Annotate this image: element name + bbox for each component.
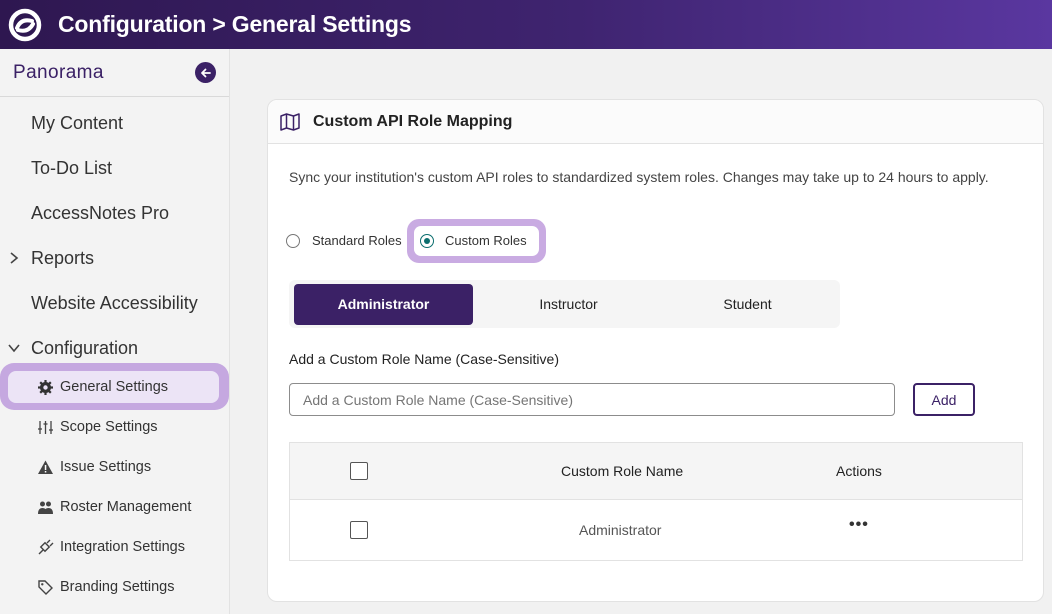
sidebar-item-website-accessibility[interactable]: Website Accessibility [0,285,229,321]
users-icon [38,501,53,514]
logo-icon[interactable] [8,8,42,42]
custom-api-role-mapping-card: Custom API Role Mapping Sync your instit… [267,99,1044,602]
role-name-cell: Administrator [579,522,662,538]
row-actions-menu[interactable]: ••• [849,516,869,534]
custom-role-field-label: Add a Custom Role Name (Case-Sensitive) [289,351,559,367]
sidebar-brand: Panorama [13,62,104,83]
standard-roles-radio[interactable] [286,234,300,248]
sidebar-subitem-scope-settings[interactable]: Scope Settings [0,411,229,443]
custom-roles-table: Custom Role Name Actions Administrator •… [289,442,1023,561]
add-button[interactable]: Add [913,383,975,416]
card-title: Custom API Role Mapping [313,113,513,130]
tag-icon [38,580,53,595]
sidebar-subitem-label: General Settings [60,379,169,395]
collapse-sidebar-button[interactable] [195,62,216,83]
sidebar-subitem-integration-settings[interactable]: Integration Settings [0,531,229,563]
table-header: Custom Role Name Actions [290,443,1022,500]
sidebar-item-label: Configuration [31,338,139,358]
sidebar-subitem-roster-management[interactable]: Roster Management [0,491,229,523]
sidebar-item-accessnotes-pro[interactable]: AccessNotes Pro [0,195,229,231]
sidebar-item-configuration[interactable]: Configuration [0,330,229,366]
sidebar-item-my-content[interactable]: My Content [0,105,229,141]
sidebar-subitem-label: Scope Settings [60,419,158,435]
chevron-right-icon [10,252,19,264]
tab-administrator[interactable]: Administrator [294,284,473,325]
gear-icon [38,380,53,395]
sidebar-item-reports[interactable]: Reports [0,240,229,276]
map-icon [280,113,300,131]
standard-roles-label[interactable]: Standard Roles [312,233,402,248]
top-bar: Configuration > General Settings [0,0,1052,49]
sidebar-item-label: AccessNotes Pro [31,203,170,223]
warning-icon [38,460,53,474]
column-header-actions: Actions [836,463,882,479]
sidebar-subitem-label: Integration Settings [60,539,185,555]
sidebar-subitem-label: Roster Management [60,499,192,515]
custom-roles-label[interactable]: Custom Roles [445,233,527,248]
column-header-name: Custom Role Name [561,463,684,479]
custom-roles-radio[interactable] [420,234,434,248]
sidebar-item-label: Reports [31,248,95,268]
select-all-checkbox[interactable] [350,462,368,480]
sliders-icon [38,421,53,434]
sidebar-subitem-branding-settings[interactable]: Branding Settings [0,571,229,603]
sidebar: Panorama My Content To-Do List AccessNot… [0,49,230,614]
chevron-down-icon [8,344,20,353]
arrow-left-icon [200,68,211,77]
sidebar-subitem-label: Issue Settings [60,459,152,475]
sidebar-item-label: My Content [31,113,124,133]
role-type-radio-group: Standard Roles Custom Roles [286,227,786,257]
sidebar-item-label: To-Do List [31,158,113,178]
sidebar-item-todo-list[interactable]: To-Do List [0,150,229,186]
card-header: Custom API Role Mapping [268,100,1043,144]
sidebar-subitem-issue-settings[interactable]: Issue Settings [0,451,229,483]
sidebar-subitem-label: Branding Settings [60,579,175,595]
tab-student[interactable]: Student [658,284,837,325]
sidebar-item-label: Website Accessibility [31,293,198,313]
row-checkbox[interactable] [350,521,368,539]
plug-icon [38,539,54,555]
custom-role-input[interactable] [289,383,895,416]
table-row: Administrator ••• [290,500,1022,560]
role-tabs: Administrator Instructor Student [289,280,840,328]
tab-instructor[interactable]: Instructor [479,284,658,325]
card-description: Sync your institution's custom API roles… [289,169,989,185]
sidebar-subitem-general-settings[interactable]: General Settings [0,371,229,403]
sidebar-header: Panorama [0,49,229,97]
page-title: Configuration > General Settings [58,11,412,37]
